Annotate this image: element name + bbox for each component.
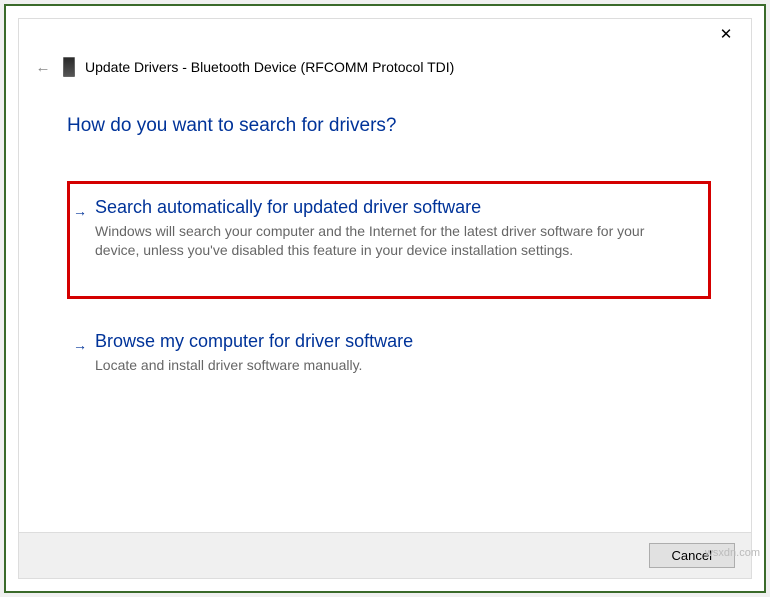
- dialog-header: ← Update Drivers - Bluetooth Device (RFC…: [19, 49, 751, 77]
- option-search-automatically[interactable]: → Search automatically for updated drive…: [67, 181, 711, 299]
- update-drivers-dialog: ✕ ← Update Drivers - Bluetooth Device (R…: [18, 18, 752, 579]
- watermark: wsxdn.com: [705, 547, 760, 559]
- option-description: Windows will search your computer and th…: [95, 222, 691, 260]
- arrow-right-icon: →: [73, 337, 87, 353]
- back-arrow-icon[interactable]: ←: [33, 59, 53, 76]
- close-icon[interactable]: ✕: [711, 25, 741, 49]
- page-heading: How do you want to search for drivers?: [67, 115, 711, 137]
- option-title: Search automatically for updated driver …: [95, 197, 691, 218]
- device-icon: [63, 57, 75, 77]
- arrow-right-icon: →: [73, 203, 87, 219]
- option-description: Locate and install driver software manua…: [95, 356, 691, 375]
- option-title: Browse my computer for driver software: [95, 331, 691, 352]
- dialog-footer: Cancel: [19, 532, 751, 578]
- option-browse-computer[interactable]: → Browse my computer for driver software…: [67, 315, 711, 395]
- dialog-title: Update Drivers - Bluetooth Device (RFCOM…: [85, 59, 454, 75]
